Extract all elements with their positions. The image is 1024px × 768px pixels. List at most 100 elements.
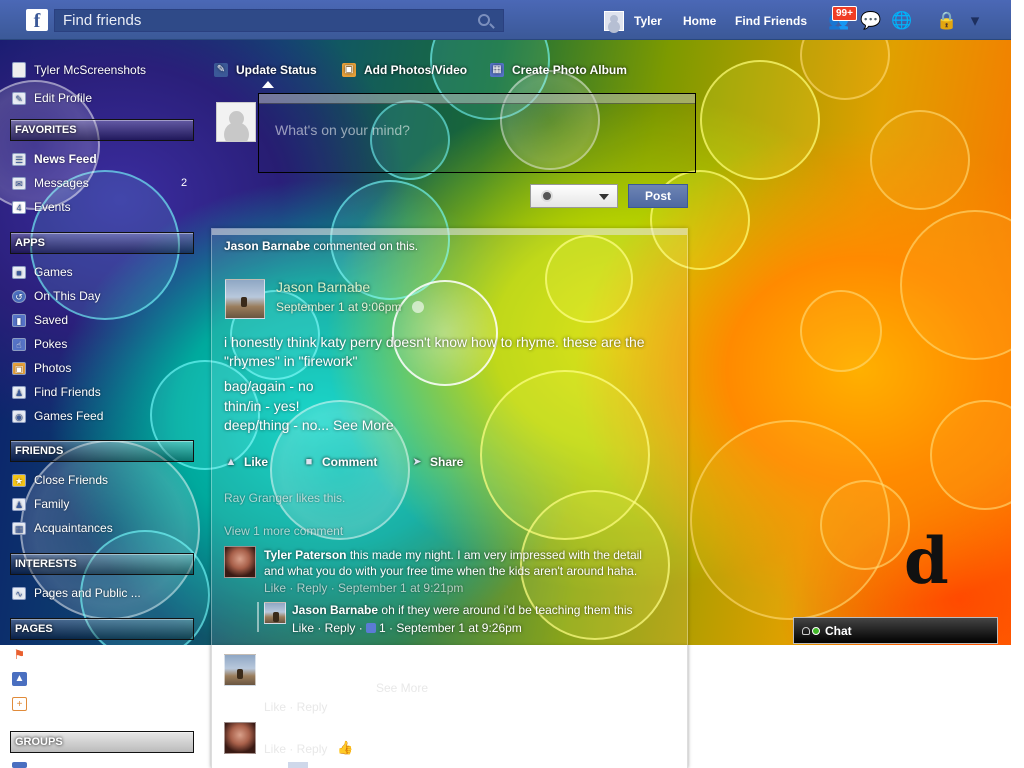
album-icon: ▦ <box>490 63 504 77</box>
notifications-globe-icon[interactable]: 🌐 <box>891 11 913 31</box>
facebook-logo-icon[interactable]: f <box>26 9 48 32</box>
story-header: Jason Barnabe commented on this. <box>224 239 418 253</box>
page-flag-icon[interactable]: ⚑ <box>12 648 27 662</box>
game-controller-icon: ◉ <box>12 409 26 423</box>
sidebar-item-news-feed[interactable]: ☰ News Feed <box>12 150 97 168</box>
acquaintances-icon: ▦ <box>12 521 26 535</box>
pencil-icon: ✎ <box>214 63 228 77</box>
chat-bar[interactable]: Chat <box>793 617 998 644</box>
sidebar-item-on-this-day[interactable]: ↺ On This Day <box>12 287 100 305</box>
tab-add-photos[interactable]: ▣ Add Photos/Video <box>342 63 467 77</box>
composer-top-strip <box>259 94 695 104</box>
news-feed-icon: ☰ <box>12 152 26 166</box>
reply-thread-line <box>257 602 259 632</box>
tab-label: Create Photo Album <box>512 63 627 77</box>
interests-header: INTERESTS <box>10 553 194 575</box>
bookmark-icon: ▮ <box>12 313 26 327</box>
home-link[interactable]: Home <box>683 14 716 28</box>
sidebar-item-label: Acquaintances <box>34 521 113 535</box>
sidebar-item-pages-public[interactable]: ∿ Pages and Public ... <box>12 584 141 602</box>
story-header-action: commented on this. <box>313 239 419 253</box>
sidebar-item-games[interactable]: ■ Games <box>12 263 73 281</box>
tab-create-album[interactable]: ▦ Create Photo Album <box>490 63 627 77</box>
sidebar-item-family[interactable]: ♟ Family <box>12 495 69 513</box>
story-text-line: i honestly think katy perry doesn't know… <box>224 334 645 350</box>
status-input[interactable]: What's on your mind? <box>275 122 410 138</box>
sidebar-item-saved[interactable]: ▮ Saved <box>12 311 68 329</box>
status-composer[interactable]: What's on your mind? <box>258 93 696 173</box>
sidebar-item-label: News Feed <box>34 152 97 166</box>
story-text-line: thin/in - yes! <box>224 397 300 414</box>
sidebar-item-label: Find Friends <box>34 385 101 399</box>
composer-avatar <box>216 102 256 142</box>
reply-meta-actions[interactable]: Like · Reply · <box>292 621 366 635</box>
user-avatar[interactable] <box>604 11 624 31</box>
profile-link[interactable]: Tyler <box>634 14 662 28</box>
group-icon[interactable] <box>12 762 27 768</box>
page-thumbs-up-icon[interactable]: ▲ <box>12 672 27 686</box>
photos-icon: ▣ <box>12 361 26 375</box>
favorites-header: FAVORITES <box>10 119 194 141</box>
story-author[interactable]: Jason Barnabe <box>276 279 370 295</box>
sidebar-item-messages[interactable]: ✉ Messages <box>12 174 89 192</box>
reply: Jason Barnabe oh if they were around i'd… <box>292 603 633 617</box>
search-input[interactable]: Find friends <box>54 9 504 32</box>
post-button[interactable]: Post <box>628 184 688 208</box>
commenter-avatar[interactable] <box>224 546 256 578</box>
family-icon: ♟ <box>12 497 26 511</box>
account-menu-chevron-icon[interactable]: ▾ <box>964 11 986 31</box>
sidebar-item-acquaintances[interactable]: ▦ Acquaintances <box>12 519 113 537</box>
story-timestamp[interactable]: September 1 at 9:06pm <box>276 300 401 314</box>
find-friends-link[interactable]: Find Friends <box>735 14 807 28</box>
comment-meta[interactable]: Like · Reply · September 1 at 9:21pm <box>264 581 463 595</box>
sidebar-item-games-feed[interactable]: ◉ Games Feed <box>12 407 103 425</box>
reply-avatar[interactable] <box>264 602 286 624</box>
sidebar-profile[interactable]: Tyler McScreenshots <box>12 61 146 79</box>
sidebar-item-find-friends[interactable]: ♟ Find Friends <box>12 383 101 401</box>
messages-icon[interactable]: 💬 <box>860 11 882 31</box>
sidebar-item-photos[interactable]: ▣ Photos <box>12 359 71 377</box>
see-more-link[interactable]: See More <box>376 681 428 695</box>
like-thumb-icon <box>366 623 377 633</box>
privacy-selector[interactable] <box>530 184 618 208</box>
star-friends-icon: ★ <box>12 473 26 487</box>
commenter-avatar[interactable] <box>224 722 256 754</box>
reply-like-count: 1 <box>379 621 386 635</box>
comment-author[interactable]: Tyler Paterson <box>264 548 346 562</box>
privacy-shortcuts-icon[interactable]: 🔒 <box>936 11 958 31</box>
comment-meta[interactable]: Like · Reply <box>264 700 327 714</box>
share-arrow-icon: ➤ <box>412 456 422 468</box>
author-avatar[interactable] <box>225 279 265 319</box>
reply-meta[interactable]: Like · Reply · 1 · September 1 at 9:26pm <box>292 621 522 635</box>
sidebar-item-events[interactable]: 4 Events <box>12 198 71 216</box>
reply-author[interactable]: Jason Barnabe <box>292 603 378 617</box>
clock-icon: ↺ <box>12 289 26 303</box>
sidebar-edit-profile[interactable]: ✎ Edit Profile <box>12 89 92 107</box>
comment-meta[interactable]: Like · Reply <box>264 742 327 756</box>
like-label: Like <box>244 455 269 469</box>
view-more-comments-link[interactable]: View 1 more comment <box>224 524 343 538</box>
tab-update-status[interactable]: ✎ Update Status <box>214 63 317 77</box>
sidebar-item-close-friends[interactable]: ★ Close Friends <box>12 471 108 489</box>
story-text-line: "rhymes" in "firework" <box>224 353 358 369</box>
story-top-strip <box>212 229 687 235</box>
apps-header: APPS <box>10 232 194 254</box>
sidebar-item-label: Pokes <box>34 337 68 351</box>
page-calendar-icon[interactable]: + <box>12 697 27 711</box>
share-button[interactable]: ➤ Share <box>410 455 463 469</box>
sidebar-item-label: Games <box>34 265 73 279</box>
sidebar-item-pokes[interactable]: ☝ Pokes <box>12 335 67 353</box>
commenter-avatar[interactable] <box>224 654 256 686</box>
like-button[interactable]: ▲ Like <box>224 455 268 469</box>
comment-text: and what you do with your free time when… <box>264 564 638 578</box>
see-more-link[interactable]: See More <box>333 417 394 433</box>
story-text: i honestly think katy perry doesn't know… <box>224 333 674 371</box>
story-text-line: bag/again - no <box>224 378 314 394</box>
photo-thumbnail[interactable] <box>288 762 308 768</box>
comment-button[interactable]: ■ Comment <box>302 455 378 469</box>
likes-summary[interactable]: Ray Granger likes this. <box>224 491 345 505</box>
rss-feed-icon: ∿ <box>12 586 26 600</box>
story-header-name[interactable]: Jason Barnabe <box>224 239 310 253</box>
pencil-icon: ✎ <box>12 91 26 105</box>
search-icon[interactable] <box>478 14 490 26</box>
